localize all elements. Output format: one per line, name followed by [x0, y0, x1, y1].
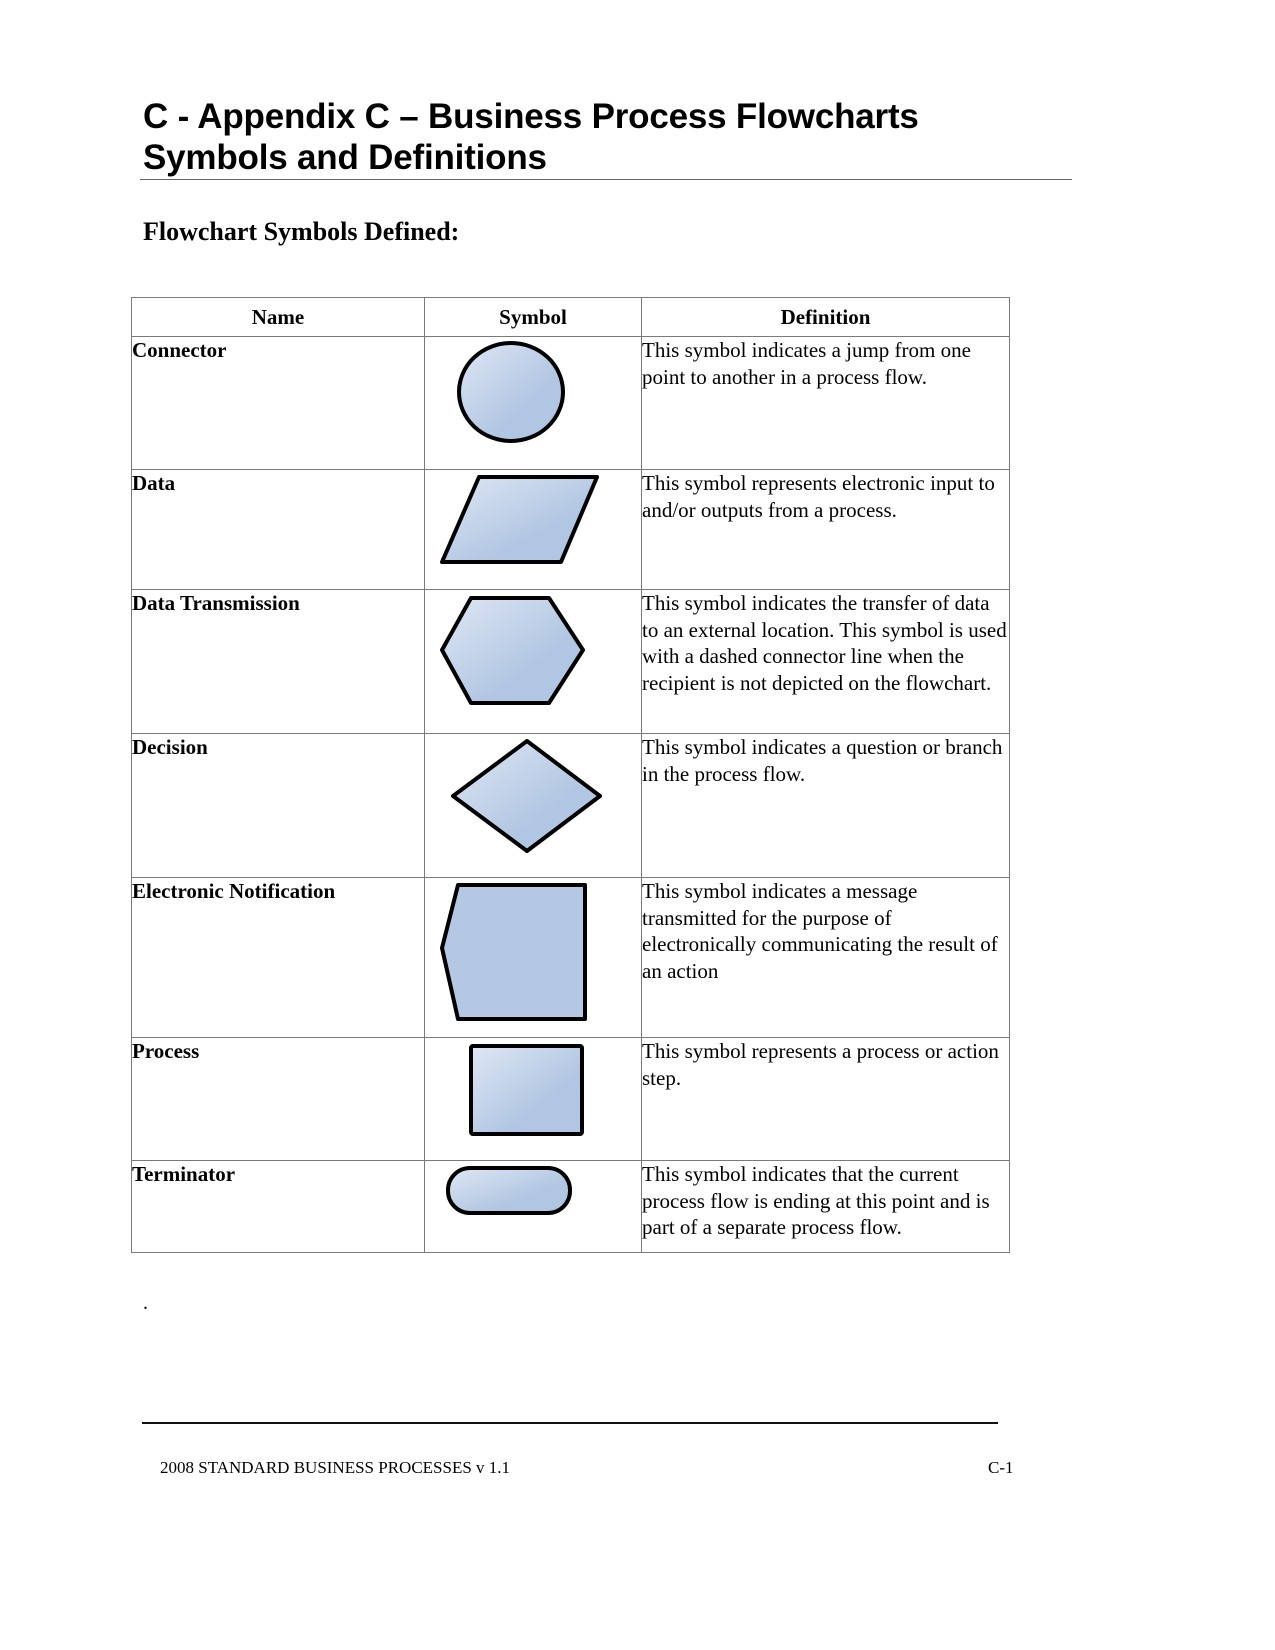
- table-header-row: Name Symbol Definition: [131, 297, 1010, 337]
- terminator-rounded-icon: [446, 1166, 572, 1215]
- symbol-name: Data Transmission: [131, 589, 425, 734]
- process-rectangle-icon: [469, 1044, 584, 1136]
- symbol-cell: [424, 336, 642, 470]
- data-parallelogram-icon: [440, 475, 599, 564]
- symbol-name: Process: [131, 1037, 425, 1161]
- symbol-name: Connector: [131, 336, 425, 470]
- flowchart-symbols-table: Name Symbol Definition Connector This sy…: [131, 297, 1010, 1253]
- symbol-name: Data: [131, 469, 425, 590]
- column-header-definition: Definition: [641, 297, 1010, 337]
- table-row: Decision This symbol indicates a questio…: [131, 733, 1010, 878]
- stray-period: .: [143, 1292, 148, 1314]
- footer-document-title: 2008 STANDARD BUSINESS PROCESSES v 1.1: [160, 1458, 511, 1477]
- page-title-line-1: C - Appendix C – Business Process Flowch…: [143, 97, 919, 136]
- decision-diamond-icon: [451, 739, 602, 853]
- document-page: C - Appendix C – Business Process Flowch…: [0, 0, 1275, 1650]
- symbol-cell: [424, 589, 642, 734]
- symbol-definition: This symbol indicates a question or bran…: [641, 733, 1010, 878]
- data-transmission-hexagon-icon: [440, 596, 585, 705]
- table-row: Process This symbol represents a process…: [131, 1037, 1010, 1161]
- table-row: Terminator This symbol indicates that th…: [131, 1160, 1010, 1253]
- title-divider: [140, 179, 1072, 180]
- footer-divider: [142, 1422, 998, 1424]
- table-row: Electronic Notification This symbol indi…: [131, 877, 1010, 1038]
- column-header-name: Name: [131, 297, 425, 337]
- symbol-name: Electronic Notification: [131, 877, 425, 1038]
- page-title-line-2: Symbols and Definitions: [143, 138, 547, 177]
- page-title: C - Appendix C – Business Process Flowch…: [143, 96, 919, 178]
- symbol-cell: [424, 733, 642, 878]
- symbol-definition: This symbol indicates a jump from one po…: [641, 336, 1010, 470]
- electronic-notification-icon: [440, 883, 587, 1021]
- symbol-cell: [424, 877, 642, 1038]
- footer-page-number: C-1: [988, 1458, 1014, 1477]
- symbol-name: Terminator: [131, 1160, 425, 1253]
- symbol-definition: This symbol represents a process or acti…: [641, 1037, 1010, 1161]
- symbol-definition: This symbol indicates that the current p…: [641, 1160, 1010, 1253]
- table-row: Connector This symbol indicates a jump f…: [131, 336, 1010, 470]
- table-row: Data Transmission This symbol indicates …: [131, 589, 1010, 734]
- symbol-cell: [424, 469, 642, 590]
- section-heading: Flowchart Symbols Defined:: [143, 217, 460, 246]
- symbol-definition: This symbol indicates the transfer of da…: [641, 589, 1010, 734]
- symbol-cell: [424, 1160, 642, 1253]
- symbol-cell: [424, 1037, 642, 1161]
- symbol-definition: This symbol indicates a message transmit…: [641, 877, 1010, 1038]
- symbol-name: Decision: [131, 733, 425, 878]
- connector-circle-icon: [457, 341, 565, 443]
- table-row: Data This symbol represents electronic i…: [131, 469, 1010, 590]
- symbol-definition: This symbol represents electronic input …: [641, 469, 1010, 590]
- column-header-symbol: Symbol: [424, 297, 642, 337]
